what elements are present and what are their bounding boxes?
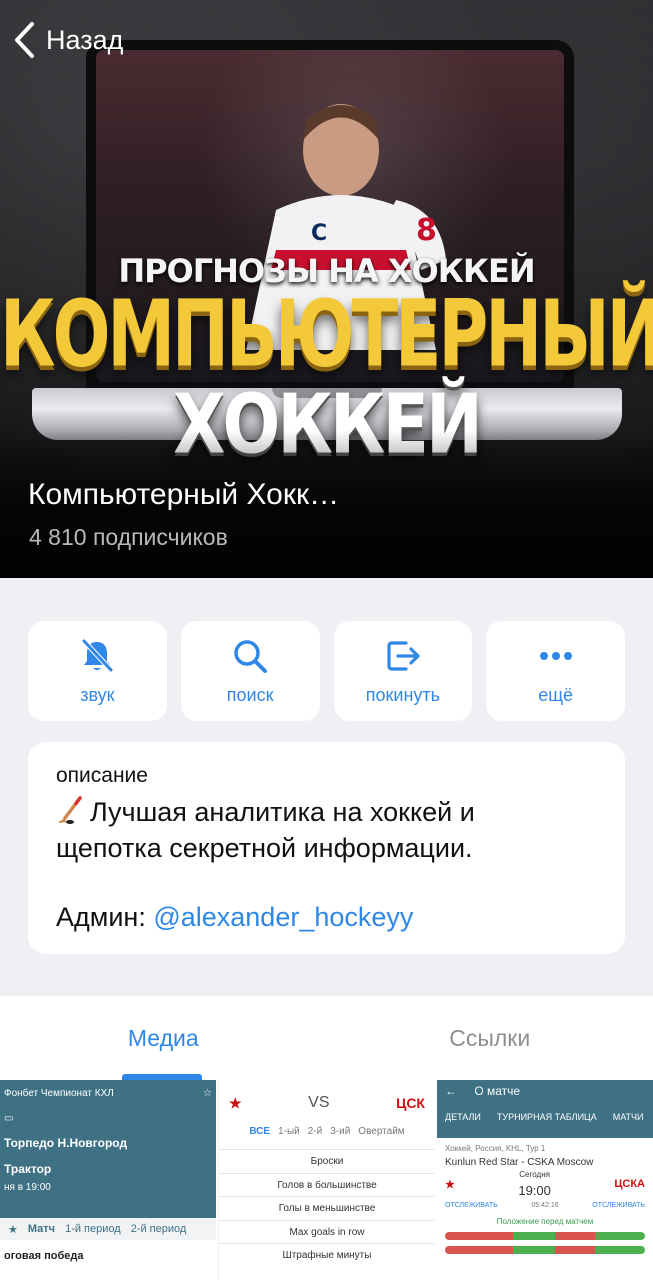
stat-row: Голов в большинстве xyxy=(219,1172,435,1197)
media-grid: Фонбет Чемпионат КХЛ ☆ ▭ Торпедо Н.Новго… xyxy=(0,1080,653,1280)
hockey-stick-icon xyxy=(58,796,82,824)
admin-line: Админ: @alexander_hockeyy xyxy=(56,902,597,933)
mute-label: звук xyxy=(80,684,115,705)
star-icon: ☆ xyxy=(203,1088,212,1099)
tv-icon: ▭ xyxy=(4,1113,14,1124)
form-bar xyxy=(445,1246,645,1254)
thumb-tab: МАТЧИ xyxy=(612,1112,644,1122)
tab-media[interactable]: Медиа xyxy=(0,996,327,1080)
thumb-league: Хоккей, Россия, KHL, Тур 1 xyxy=(445,1144,546,1153)
description-label: описание xyxy=(56,764,148,787)
thumb-tab: Матч xyxy=(27,1223,56,1235)
channel-title: Компьютерный Хокк… xyxy=(28,478,340,511)
thumb-header: Фонбет Чемпионат КХЛ xyxy=(4,1088,114,1099)
team-logo: ЦСКА xyxy=(614,1178,645,1190)
stat-row: Max goals in row xyxy=(219,1219,435,1244)
back-label: Назад xyxy=(46,24,124,55)
admin-prefix: Админ: xyxy=(56,902,154,932)
thumb-title: О матче xyxy=(474,1084,521,1098)
thumb-tab: Овертайм xyxy=(358,1126,405,1137)
thumb-vs: VS xyxy=(308,1094,330,1111)
media-thumbnail[interactable]: Фонбет Чемпионат КХЛ ☆ ▭ Торпедо Н.Новго… xyxy=(0,1080,216,1280)
promo-title: КОМПЬЮТЕРНЫЙ xyxy=(0,282,653,389)
team-logo: ЦСК xyxy=(396,1095,425,1111)
star-icon: ★ xyxy=(8,1223,18,1236)
stat-row: Голы в меньшинстве xyxy=(219,1196,435,1220)
thumb-bet: оговая победа xyxy=(0,1240,216,1280)
mute-button[interactable]: звук xyxy=(28,621,167,721)
thumb-tab: ТУРНИРНАЯ ТАБЛИЦА xyxy=(496,1112,597,1122)
description-text: Лучшая аналитика на хоккей и щепотка сек… xyxy=(56,794,597,866)
thumb-tab: ДЕТАЛИ xyxy=(445,1112,481,1122)
subscriber-count: 4 810 подписчиков xyxy=(29,524,228,550)
more-button[interactable]: ещё xyxy=(486,621,625,721)
leave-button[interactable]: покинуть xyxy=(333,621,473,721)
thumb-team-1: Торпедо Н.Новгород xyxy=(4,1136,128,1150)
thumb-tab: 1-ый xyxy=(278,1126,300,1137)
back-button[interactable]: Назад xyxy=(12,18,123,62)
thumb-tab: 2-й xyxy=(307,1126,323,1137)
thumb-tab: 1-й период xyxy=(65,1223,121,1235)
svg-text:8: 8 xyxy=(416,213,437,248)
leave-icon xyxy=(387,640,420,671)
thumb-match: Kunlun Red Star - CSKA Moscow xyxy=(445,1157,594,1168)
chevron-left-icon xyxy=(15,22,34,58)
description-line-1: Лучшая аналитика на хоккей и xyxy=(90,797,475,827)
team-logo: ★ xyxy=(445,1178,455,1191)
more-label: ещё xyxy=(538,684,574,705)
description-line-2: щепотка секретной информации. xyxy=(56,833,473,863)
thumb-team-2: Трактор xyxy=(4,1162,52,1176)
description-card: описание Лучшая аналитика на хоккей и ще… xyxy=(28,742,625,954)
stat-row: Штрафные минуты xyxy=(219,1243,435,1267)
admin-link[interactable]: @alexander_hockeyy xyxy=(153,902,413,932)
team-logo: ★ xyxy=(229,1094,242,1111)
svg-text:C: C xyxy=(311,221,327,246)
arrow-left-icon: ← xyxy=(445,1084,457,1098)
media-thumbnail[interactable]: ★ VS ЦСК ВСЕ 1-ый 2-й 3-ий Овертайм Брос… xyxy=(218,1080,435,1280)
thumb-tab: ВСЕ xyxy=(249,1126,271,1137)
media-tabs: Медиа Ссылки xyxy=(0,996,653,1080)
media-thumbnail[interactable]: ← О матче ДЕТАЛИ ТУРНИРНАЯ ТАБЛИЦА МАТЧИ… xyxy=(437,1080,653,1280)
action-buttons: звук поиск покинуть ещё xyxy=(28,621,625,721)
channel-cover: 8 C ПРОГНОЗЫ НА ХОККЕЙ КОМПЬЮТЕРНЫЙ ХОКК… xyxy=(0,0,653,578)
bell-slash-icon xyxy=(82,638,114,672)
more-icon xyxy=(539,651,572,660)
thumb-countdown: 05:42:16 xyxy=(531,1202,559,1209)
search-button[interactable]: поиск xyxy=(180,621,320,721)
form-bar xyxy=(445,1232,645,1240)
thumb-tab: 2-й период xyxy=(130,1223,187,1235)
thumb-date: ня в 19:00 xyxy=(4,1182,51,1193)
follow-button: ОТСЛЕЖИВАТЬ xyxy=(445,1202,498,1209)
search-icon xyxy=(234,639,268,673)
follow-button: ОТСЛЕЖИВАТЬ xyxy=(592,1202,645,1209)
tab-links[interactable]: Ссылки xyxy=(327,996,653,1080)
thumb-day: Сегодня xyxy=(519,1170,550,1179)
thumb-tab: 3-ий xyxy=(330,1126,351,1137)
thumb-position: Положение перед матчем xyxy=(496,1217,594,1226)
thumb-time: 19:00 xyxy=(518,1183,551,1198)
leave-label: покинуть xyxy=(365,684,440,705)
search-label: поиск xyxy=(226,684,274,705)
stat-row: Броски xyxy=(219,1149,435,1173)
